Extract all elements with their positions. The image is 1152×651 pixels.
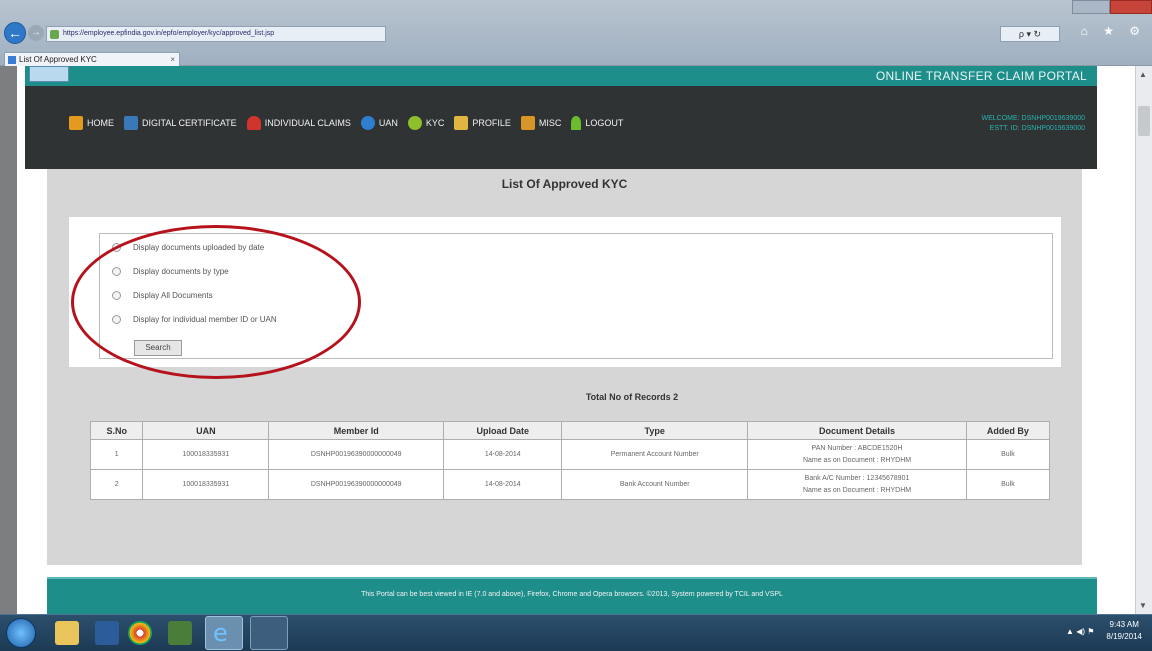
nav-kyc[interactable]: KYC [407,116,445,130]
tab-favicon-icon [8,56,16,64]
nav-profile[interactable]: PROFILE [454,116,511,130]
highlight-ellipse [71,225,361,379]
footer-text: This Portal can be best viewed in IE (7.… [361,591,783,598]
media-player-icon[interactable] [95,621,119,645]
app-icon[interactable] [168,621,192,645]
table-row: 2 100018335931 DSNHP00196390000000049 14… [89,469,1051,500]
home-icon [69,116,83,130]
cell-upload-date: 14-08-2014 [443,439,563,470]
document-viewer-icon[interactable] [250,616,288,650]
col-sno: S.No [89,421,144,440]
site-footer: This Portal can be best viewed in IE (7.… [47,577,1097,614]
cell-type: Bank Account Number [561,469,749,500]
col-added-by: Added By [965,421,1051,440]
kyc-table: S.No UAN Member Id Upload Date Type Docu… [89,421,1051,500]
details-line: Bank A/C Number : 12345678901 [804,474,910,482]
chrome-icon[interactable] [128,621,152,645]
details-line: Name as on Document : RHYDHM [802,456,912,464]
nav-individual-claims[interactable]: INDIVIDUAL CLAIMS [246,116,351,130]
nav-misc[interactable]: MISC [520,116,562,130]
nav-label: UAN [378,118,398,128]
nav-uan[interactable]: UAN [360,116,398,130]
nav-home[interactable]: HOME [69,116,114,130]
cell-sno: 1 [89,439,144,470]
col-member-id: Member Id [268,421,445,440]
total-records-label: Total No of Records 2 [585,392,679,402]
cell-upload-date: 14-08-2014 [443,469,563,500]
system-tray: ▲ ◀) ⚑ 9:43 AM 8/19/2014 [1066,619,1142,643]
cell-uan: 100018335931 [142,439,270,470]
profile-icon [454,116,469,130]
table-header-row: S.No UAN Member Id Upload Date Type Docu… [89,421,1051,440]
site-header: ONLINE TRANSFER CLAIM PORTAL [25,66,1097,86]
misc-icon [520,116,535,130]
nav-label: LOGOUT [585,118,624,128]
nav-label: PROFILE [472,118,511,128]
nav-label: HOME [87,118,114,128]
internet-explorer-icon[interactable]: e [205,616,243,650]
site-favicon-icon [50,30,59,39]
clock-time: 9:43 AM [1109,620,1139,629]
clock-date: 8/19/2014 [1106,632,1142,641]
start-button[interactable] [6,618,36,648]
tab-close-icon[interactable]: × [170,53,175,66]
person-icon [246,116,261,130]
col-document-details: Document Details [747,421,967,440]
browser-tab[interactable]: List Of Approved KYC × [4,52,180,66]
col-upload-date: Upload Date [443,421,563,440]
establishment-id: ESTT. ID: DSNHP0019639000 [989,125,1085,132]
welcome-user: WELCOME: DSNHP0019639000 [981,115,1086,122]
tray-icons[interactable]: ▲ ◀) ⚑ [1066,627,1094,636]
cell-sno: 2 [89,469,144,500]
page-title: List Of Approved KYC [501,177,628,191]
scroll-thumb[interactable] [1138,106,1150,136]
scroll-down-arrow-icon[interactable]: ▼ [1139,601,1147,610]
cell-uan: 100018335931 [142,469,270,500]
cell-added-by: Bulk [965,439,1051,470]
nav-label: INDIVIDUAL CLAIMS [264,118,351,128]
col-uan: UAN [142,421,270,440]
cell-member-id: DSNHP00196390000000049 [268,439,445,470]
cell-type: Permanent Account Number [561,439,749,470]
main-navbar: HOME DIGITAL CERTIFICATE INDIVIDUAL CLAI… [25,86,1097,169]
portal-title: ONLINE TRANSFER CLAIM PORTAL [875,69,1087,83]
forward-arrow-icon[interactable]: → [28,25,44,41]
scroll-up-arrow-icon[interactable]: ▲ [1139,70,1147,79]
table-row: 1 100018335931 DSNHP00196390000000049 14… [89,439,1051,470]
cell-member-id: DSNHP00196390000000049 [268,469,445,500]
browser-home-favorites-tools-icons[interactable]: ⌂ ★ ⚙ [1081,24,1146,38]
back-arrow-icon[interactable]: ← [4,22,26,44]
details-line: PAN Number : ABCDE1520H [811,444,903,452]
nav-label: KYC [425,118,445,128]
address-bar[interactable]: https://employee.epfindia.gov.in/epfo/em… [46,26,386,42]
close-window-button[interactable] [1110,0,1152,14]
kyc-icon [407,116,422,130]
logout-icon [571,116,582,130]
windows-taskbar: e ▲ ◀) ⚑ 9:43 AM 8/19/2014 [0,614,1152,651]
nav-label: MISC [538,118,562,128]
col-type: Type [561,421,749,440]
nav-digital-certificate[interactable]: DIGITAL CERTIFICATE [124,116,237,130]
certificate-icon [124,116,138,130]
browser-toolbar: ← → https://employee.epfindia.gov.in/epf… [0,0,1152,66]
nav-logout[interactable]: LOGOUT [571,116,623,130]
address-url: https://employee.epfindia.gov.in/epfo/em… [63,30,275,37]
tab-title: List Of Approved KYC [19,55,97,64]
search-refresh-controls[interactable]: ρ ▾ ↻ [1000,26,1060,42]
welcome-info: WELCOME: DSNHP0019639000 ESTT. ID: DSNHP… [982,114,1086,134]
file-explorer-icon[interactable] [55,621,79,645]
clock[interactable]: 9:43 AM 8/19/2014 [1106,619,1142,643]
cell-document-details: Bank A/C Number : 12345678901 Name as on… [747,469,967,500]
vertical-scrollbar[interactable]: ▲ ▼ [1135,66,1152,614]
details-line: Name as on Document : RHYDHM [802,486,912,494]
cell-added-by: Bulk [965,469,1051,500]
cell-document-details: PAN Number : ABCDE1520H Name as on Docum… [747,439,967,470]
minimize-button[interactable] [1072,0,1110,14]
nav-label: DIGITAL CERTIFICATE [142,118,237,128]
uan-icon [360,116,375,130]
epfo-logo [29,66,69,82]
